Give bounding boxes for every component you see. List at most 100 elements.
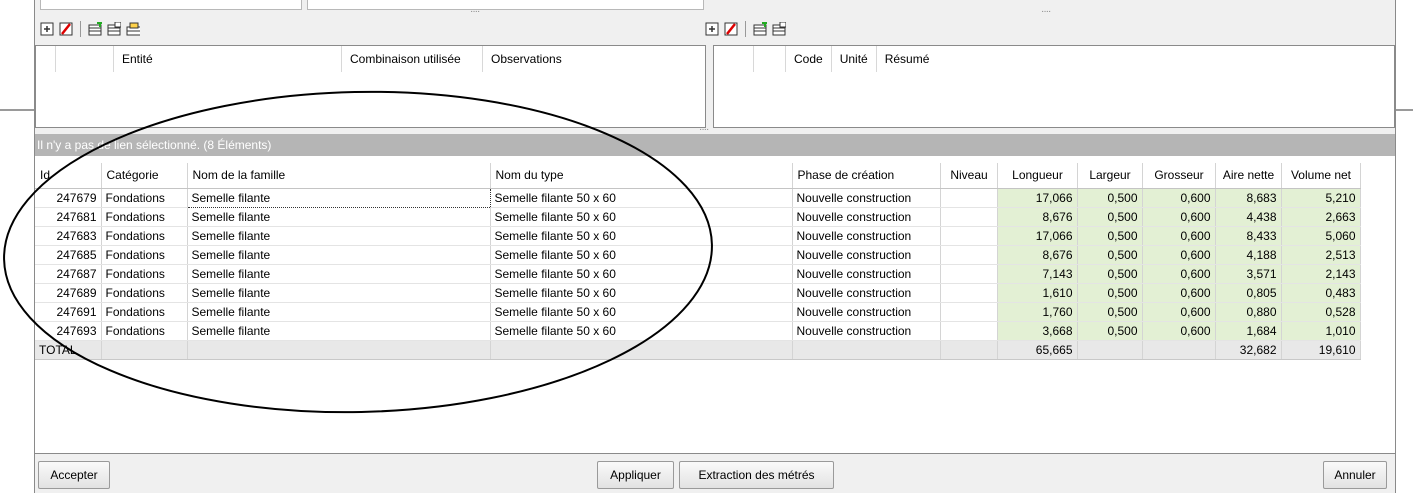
grid-cell-niveau[interactable] bbox=[940, 302, 998, 322]
grid-cell-aire-nette[interactable]: 8,683 bbox=[1215, 188, 1282, 208]
grid-cell-nom-du-type[interactable]: Semelle filante 50 x 60 bbox=[490, 321, 793, 341]
grid-cell-volume-net[interactable]: 0,528 bbox=[1281, 302, 1361, 322]
grid-cell-longueur[interactable]: 8,676 bbox=[997, 245, 1078, 265]
grid-cell-grosseur[interactable]: 0,600 bbox=[1142, 283, 1216, 303]
grid-cell-niveau[interactable] bbox=[940, 188, 998, 208]
grid-cell-longueur[interactable]: 1,760 bbox=[997, 302, 1078, 322]
grid-cell-id[interactable]: 247691 bbox=[35, 302, 102, 322]
grid-cell-niveau[interactable] bbox=[940, 207, 998, 227]
grid-cell-grosseur[interactable]: 0,600 bbox=[1142, 207, 1216, 227]
grid-cell-volume-net[interactable]: 2,513 bbox=[1281, 245, 1361, 265]
grid-cell-id[interactable]: 247685 bbox=[35, 245, 102, 265]
cancel-button[interactable]: Annuler bbox=[1323, 461, 1387, 489]
grid-cell-aire-nette[interactable]: 3,571 bbox=[1215, 264, 1282, 284]
table-row[interactable]: 247689 Fondations Semelle filante Semelle f… bbox=[35, 283, 1361, 303]
grid-cell-largeur[interactable]: 0,500 bbox=[1077, 207, 1143, 227]
grid-cell-nom-de-la-famille[interactable]: Semelle filante bbox=[187, 302, 491, 322]
apply-button[interactable]: Appliquer bbox=[597, 461, 674, 489]
grid-cell-aire-nette[interactable]: 4,188 bbox=[1215, 245, 1282, 265]
grid-cell-phase-de-cr-ation[interactable]: Nouvelle construction bbox=[792, 245, 941, 265]
grid-cell-grosseur[interactable]: 0,600 bbox=[1142, 264, 1216, 284]
add-icon[interactable] bbox=[704, 21, 720, 37]
grid-cell-longueur[interactable]: 3,668 bbox=[997, 321, 1078, 341]
grid-cell-niveau[interactable] bbox=[940, 321, 998, 341]
splitter-grip[interactable]: ···· bbox=[1041, 7, 1051, 17]
grid-cell-cat-gorie[interactable]: Fondations bbox=[101, 207, 188, 227]
column-header[interactable]: Unité bbox=[832, 46, 877, 72]
grid-cell-longueur[interactable]: 1,610 bbox=[997, 283, 1078, 303]
grid-cell-nom-du-type[interactable]: Semelle filante 50 x 60 bbox=[490, 264, 793, 284]
grid-cell-grosseur[interactable]: 0,600 bbox=[1142, 188, 1216, 208]
grid-cell-nom-de-la-famille[interactable]: Semelle filante bbox=[187, 321, 491, 341]
table-row[interactable]: 247687 Fondations Semelle filante Semelle f… bbox=[35, 264, 1361, 284]
accept-button[interactable]: Accepter bbox=[38, 461, 110, 489]
column-header[interactable]: Largeur bbox=[1077, 163, 1143, 189]
grid-cell-aire-nette[interactable]: 1,684 bbox=[1215, 321, 1282, 341]
copy-table-icon[interactable] bbox=[771, 21, 787, 37]
grid-cell-id[interactable]: 247681 bbox=[35, 207, 102, 227]
grid-cell-longueur[interactable]: 17,066 bbox=[997, 226, 1078, 246]
table-row[interactable]: 247679 Fondations Semelle filante Semelle f… bbox=[35, 187, 1361, 208]
grid-cell-grosseur[interactable]: 0,600 bbox=[1142, 226, 1216, 246]
grid-cell-id[interactable]: TOTAL bbox=[35, 340, 102, 360]
grid-cell-cat-gorie[interactable] bbox=[101, 340, 188, 360]
table-row[interactable]: 247693 Fondations Semelle filante Semelle f… bbox=[35, 321, 1361, 341]
print-table-icon[interactable] bbox=[125, 21, 141, 37]
splitter-grip[interactable]: ···· bbox=[470, 7, 480, 17]
grid-cell-grosseur[interactable]: 0,600 bbox=[1142, 321, 1216, 341]
grid-cell-cat-gorie[interactable]: Fondations bbox=[101, 188, 188, 208]
grid-cell-phase-de-cr-ation[interactable] bbox=[792, 340, 941, 360]
grid-cell-id[interactable]: 247689 bbox=[35, 283, 102, 303]
grid-cell-grosseur[interactable] bbox=[1142, 340, 1216, 360]
column-header[interactable]: Nom du type bbox=[490, 163, 793, 189]
delete-icon[interactable] bbox=[723, 21, 739, 37]
splitter-grip[interactable]: ···· bbox=[699, 125, 709, 135]
grid-cell-longueur[interactable]: 8,676 bbox=[997, 207, 1078, 227]
grid-cell-longueur[interactable]: 17,066 bbox=[997, 188, 1078, 208]
grid-cell-phase-de-cr-ation[interactable]: Nouvelle construction bbox=[792, 207, 941, 227]
table-row[interactable]: 247683 Fondations Semelle filante Semelle f… bbox=[35, 226, 1361, 246]
grid-cell-nom-de-la-famille[interactable]: Semelle filante bbox=[186, 187, 491, 208]
grid-cell-phase-de-cr-ation[interactable]: Nouvelle construction bbox=[792, 226, 941, 246]
grid-cell-volume-net[interactable]: 2,663 bbox=[1281, 207, 1361, 227]
grid-cell-cat-gorie[interactable]: Fondations bbox=[101, 264, 188, 284]
grid-cell-aire-nette[interactable]: 32,682 bbox=[1215, 340, 1282, 360]
top-center-field[interactable] bbox=[307, 0, 704, 10]
grid-cell-largeur[interactable]: 0,500 bbox=[1077, 283, 1143, 303]
grid-cell-phase-de-cr-ation[interactable]: Nouvelle construction bbox=[792, 264, 941, 284]
column-header[interactable]: Catégorie bbox=[101, 163, 188, 189]
grid-cell-id[interactable]: 247679 bbox=[35, 188, 102, 208]
grid-cell-aire-nette[interactable]: 8,433 bbox=[1215, 226, 1282, 246]
grid-cell-cat-gorie[interactable]: Fondations bbox=[101, 302, 188, 322]
grid-cell-largeur[interactable]: 0,500 bbox=[1077, 321, 1143, 341]
grid-cell-niveau[interactable] bbox=[940, 283, 998, 303]
total-row[interactable]: TOTAL 65,665 32,682 19,610 bbox=[35, 340, 1361, 360]
table-row[interactable]: 247691 Fondations Semelle filante Semelle f… bbox=[35, 302, 1361, 322]
grid-cell-nom-du-type[interactable]: Semelle filante 50 x 60 bbox=[490, 302, 793, 322]
grid-cell-aire-nette[interactable]: 0,805 bbox=[1215, 283, 1282, 303]
grid-cell-nom-du-type[interactable]: Semelle filante 50 x 60 bbox=[490, 188, 793, 208]
grid-cell-phase-de-cr-ation[interactable]: Nouvelle construction bbox=[792, 188, 941, 208]
grid-cell-cat-gorie[interactable]: Fondations bbox=[101, 226, 188, 246]
grid-cell-volume-net[interactable]: 19,610 bbox=[1281, 340, 1361, 360]
copy-table-icon[interactable] bbox=[106, 21, 122, 37]
grid-cell-id[interactable]: 247683 bbox=[35, 226, 102, 246]
add-icon[interactable] bbox=[39, 21, 55, 37]
grid-cell-longueur[interactable]: 7,143 bbox=[997, 264, 1078, 284]
grid-cell-volume-net[interactable]: 0,483 bbox=[1281, 283, 1361, 303]
grid-cell-cat-gorie[interactable]: Fondations bbox=[101, 283, 188, 303]
top-left-field[interactable] bbox=[40, 0, 302, 10]
grid-cell-largeur[interactable]: 0,500 bbox=[1077, 302, 1143, 322]
column-header[interactable]: Longueur bbox=[997, 163, 1078, 189]
column-header[interactable]: Volume net bbox=[1281, 163, 1361, 189]
column-header[interactable]: Niveau bbox=[940, 163, 998, 189]
grid-cell-grosseur[interactable]: 0,600 bbox=[1142, 245, 1216, 265]
grid-cell-grosseur[interactable]: 0,600 bbox=[1142, 302, 1216, 322]
grid-cell-nom-du-type[interactable]: Semelle filante 50 x 60 bbox=[490, 226, 793, 246]
grid-cell-nom-du-type[interactable]: Semelle filante 50 x 60 bbox=[490, 283, 793, 303]
grid-cell-largeur[interactable] bbox=[1077, 340, 1143, 360]
grid-cell-cat-gorie[interactable]: Fondations bbox=[101, 321, 188, 341]
column-header[interactable]: Observations bbox=[483, 46, 703, 72]
export-table-icon[interactable] bbox=[752, 21, 768, 37]
grid-cell-niveau[interactable] bbox=[940, 264, 998, 284]
